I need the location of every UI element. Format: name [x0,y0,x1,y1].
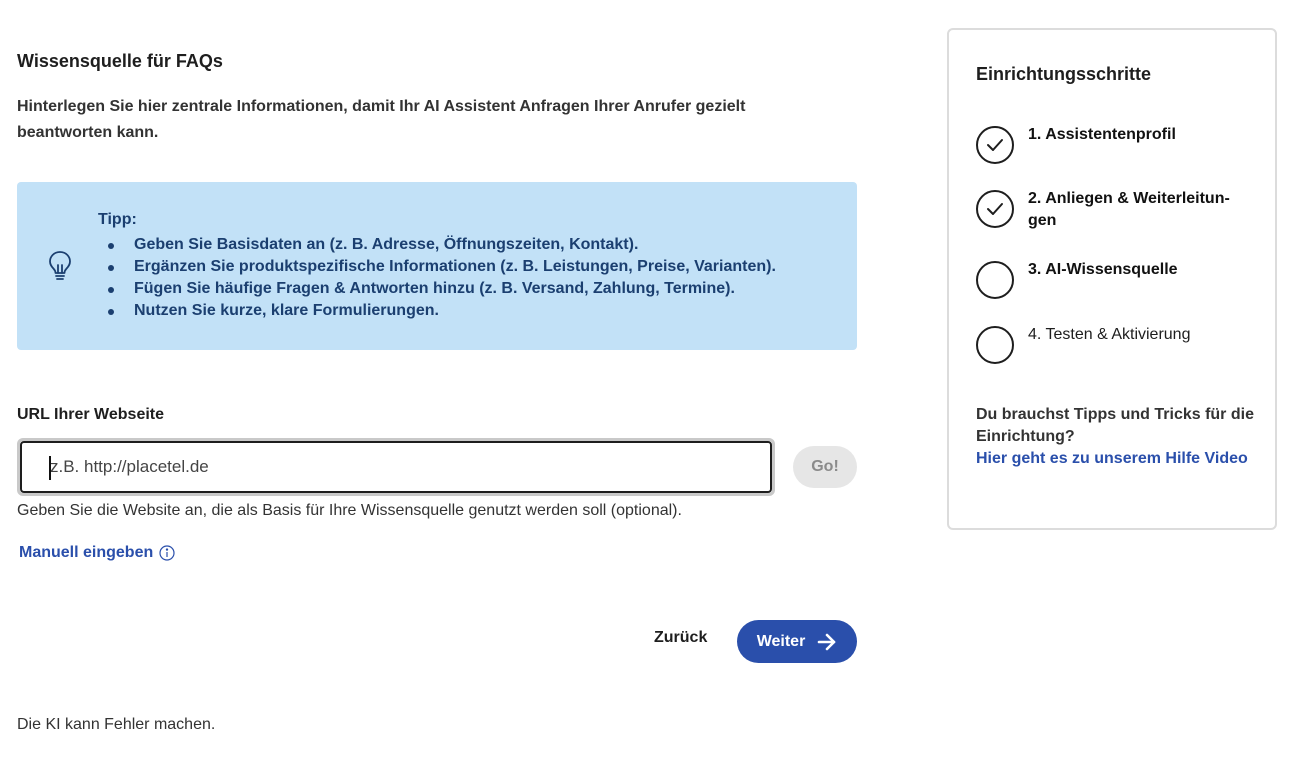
tip-item: Nutzen Sie kurze, klare Formulierungen. [108,300,776,322]
ai-disclaimer: Die KI kann Fehler machen. [17,716,216,733]
help-text: Du brauchst Tipps und Tricks für die Ein… [976,406,1254,445]
tip-item: Fügen Sie häufige Fragen & Antworten hin… [108,278,776,300]
next-button-label: Weiter [756,632,806,650]
back-button[interactable]: Zurück [654,629,707,647]
step-status-done [976,190,1014,228]
intro-text: Hinterlegen Sie hier zentrale Informatio… [17,98,746,141]
tip-list: Geben Sie Basisdaten an (z. B. Adresse, … [108,234,776,322]
tip-title: Tipp: [98,211,137,228]
page-title: Wissensquelle für FAQs [17,51,223,71]
lightbulb-icon [49,251,71,280]
arrow-right-icon [817,633,836,650]
text-caret [49,456,51,480]
tip-item: Ergänzen Sie produktspezifische Informat… [108,256,776,278]
step-status-active [976,261,1014,299]
help-video-link[interactable]: Hier geht es zu unserem Hilfe Video [976,448,1256,470]
next-button[interactable]: Weiter [737,620,857,663]
setup-steps-panel: Einrichtungsschritte 1. Assistentenprofi… [947,28,1277,530]
step-label: 1. Assistentenprofil [1028,126,1176,143]
manual-entry-link[interactable]: Manuell eingeben [19,544,175,562]
checkmark-icon [987,139,1003,151]
url-input[interactable] [20,441,772,493]
step-label: 3. AI-Wissensquelle [1028,261,1178,278]
sidebar-title: Einrichtungsschritte [976,64,1152,84]
go-button[interactable]: Go! [793,446,857,488]
step-label: 4. Testen & Aktivierung [1028,326,1191,343]
url-input-focus-ring [17,438,775,496]
info-icon[interactable] [159,545,175,561]
step-status-done [976,126,1014,164]
step-status-pending [976,326,1014,364]
checkmark-icon [987,203,1003,215]
url-help-text: Geben Sie die Website an, die als Basis … [17,502,682,519]
tip-item: Geben Sie Basisdaten an (z. B. Adresse, … [108,234,776,256]
tip-box: Tipp: Geben Sie Basisdaten an (z. B. Adr… [17,182,857,350]
step-label: 2. Anliegen & Weiterleitun-gen [1028,190,1230,229]
url-label: URL Ihrer Webseite [17,406,165,423]
manual-entry-label: Manuell eingeben [19,544,154,561]
